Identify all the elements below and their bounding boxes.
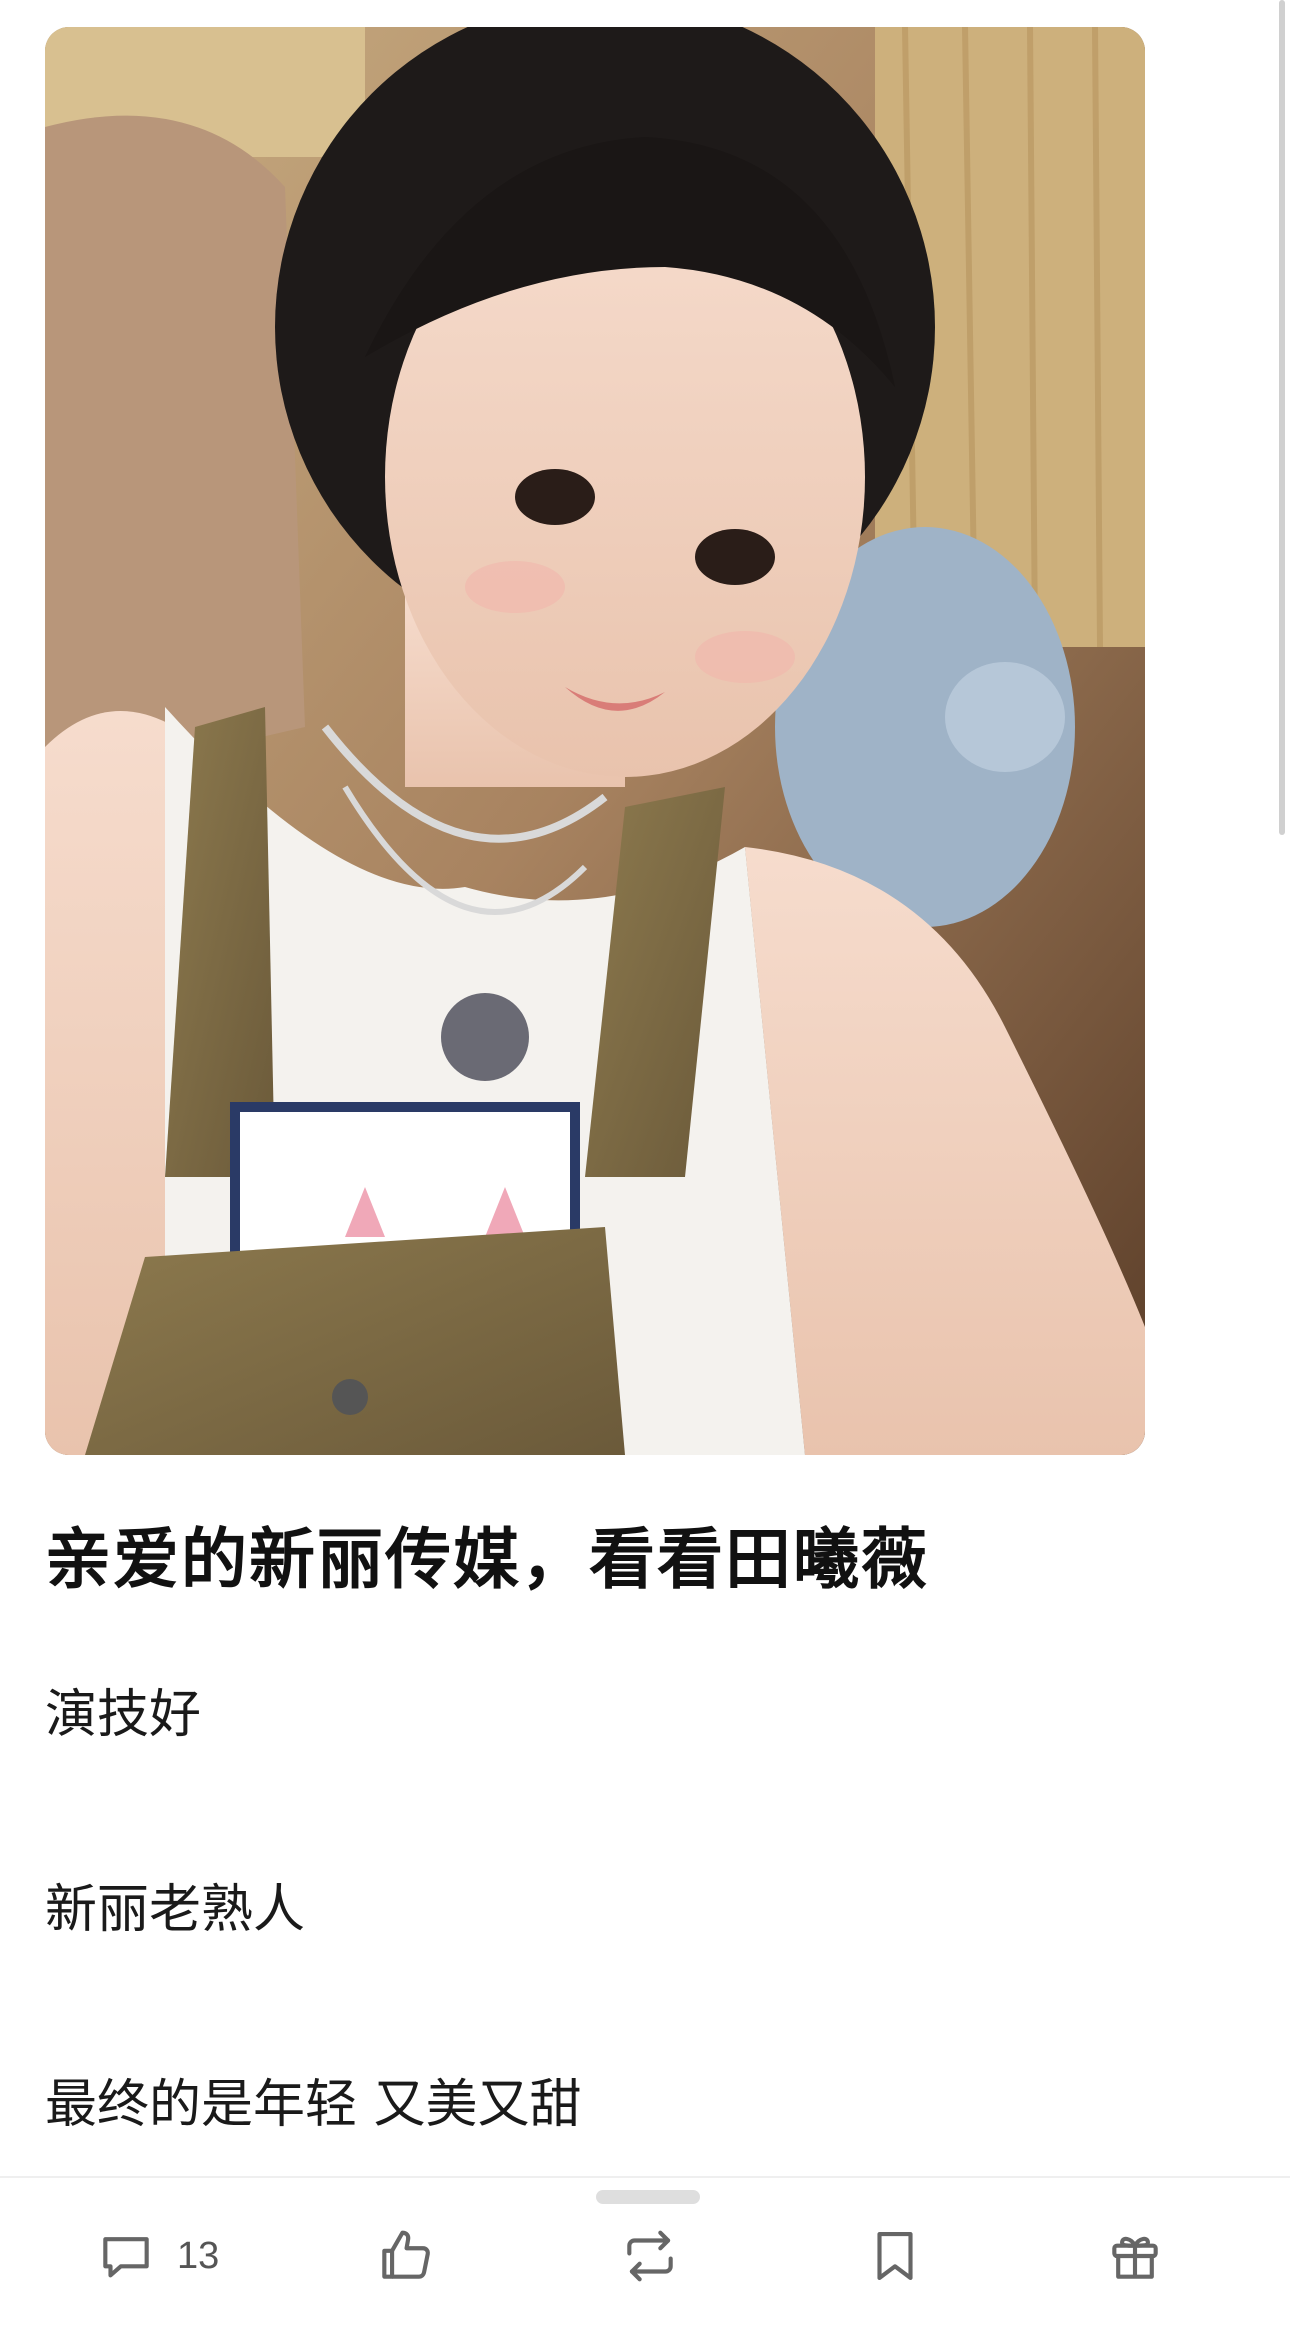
bookmark-button[interactable] <box>855 2178 935 2334</box>
comment-icon <box>103 2237 149 2278</box>
scrollbar[interactable] <box>1279 0 1285 835</box>
post-title: 亲爱的新丽传媒，看看田曦薇 <box>45 1521 929 1598</box>
gift-icon <box>1112 2236 1158 2279</box>
post-paragraph: 新丽老熟人 <box>45 1880 306 1940</box>
comment-count: 13 <box>177 2234 220 2277</box>
thumbs-up-icon <box>382 2230 430 2279</box>
post-paragraph: 演技好 <box>45 1685 202 1745</box>
repost-button[interactable] <box>610 2178 690 2334</box>
bottom-action-bar: 13 <box>0 2176 1290 2334</box>
comment-button[interactable]: 13 <box>95 2178 255 2334</box>
gift-button[interactable] <box>1095 2178 1175 2334</box>
post-paragraph: 最终的是年轻 又美又甜 <box>45 2075 582 2135</box>
like-button[interactable] <box>365 2178 445 2334</box>
repost-icon <box>627 2230 673 2282</box>
post-photo <box>45 27 1145 1455</box>
post-image[interactable] <box>45 27 1145 1455</box>
bookmark-icon <box>877 2231 913 2281</box>
